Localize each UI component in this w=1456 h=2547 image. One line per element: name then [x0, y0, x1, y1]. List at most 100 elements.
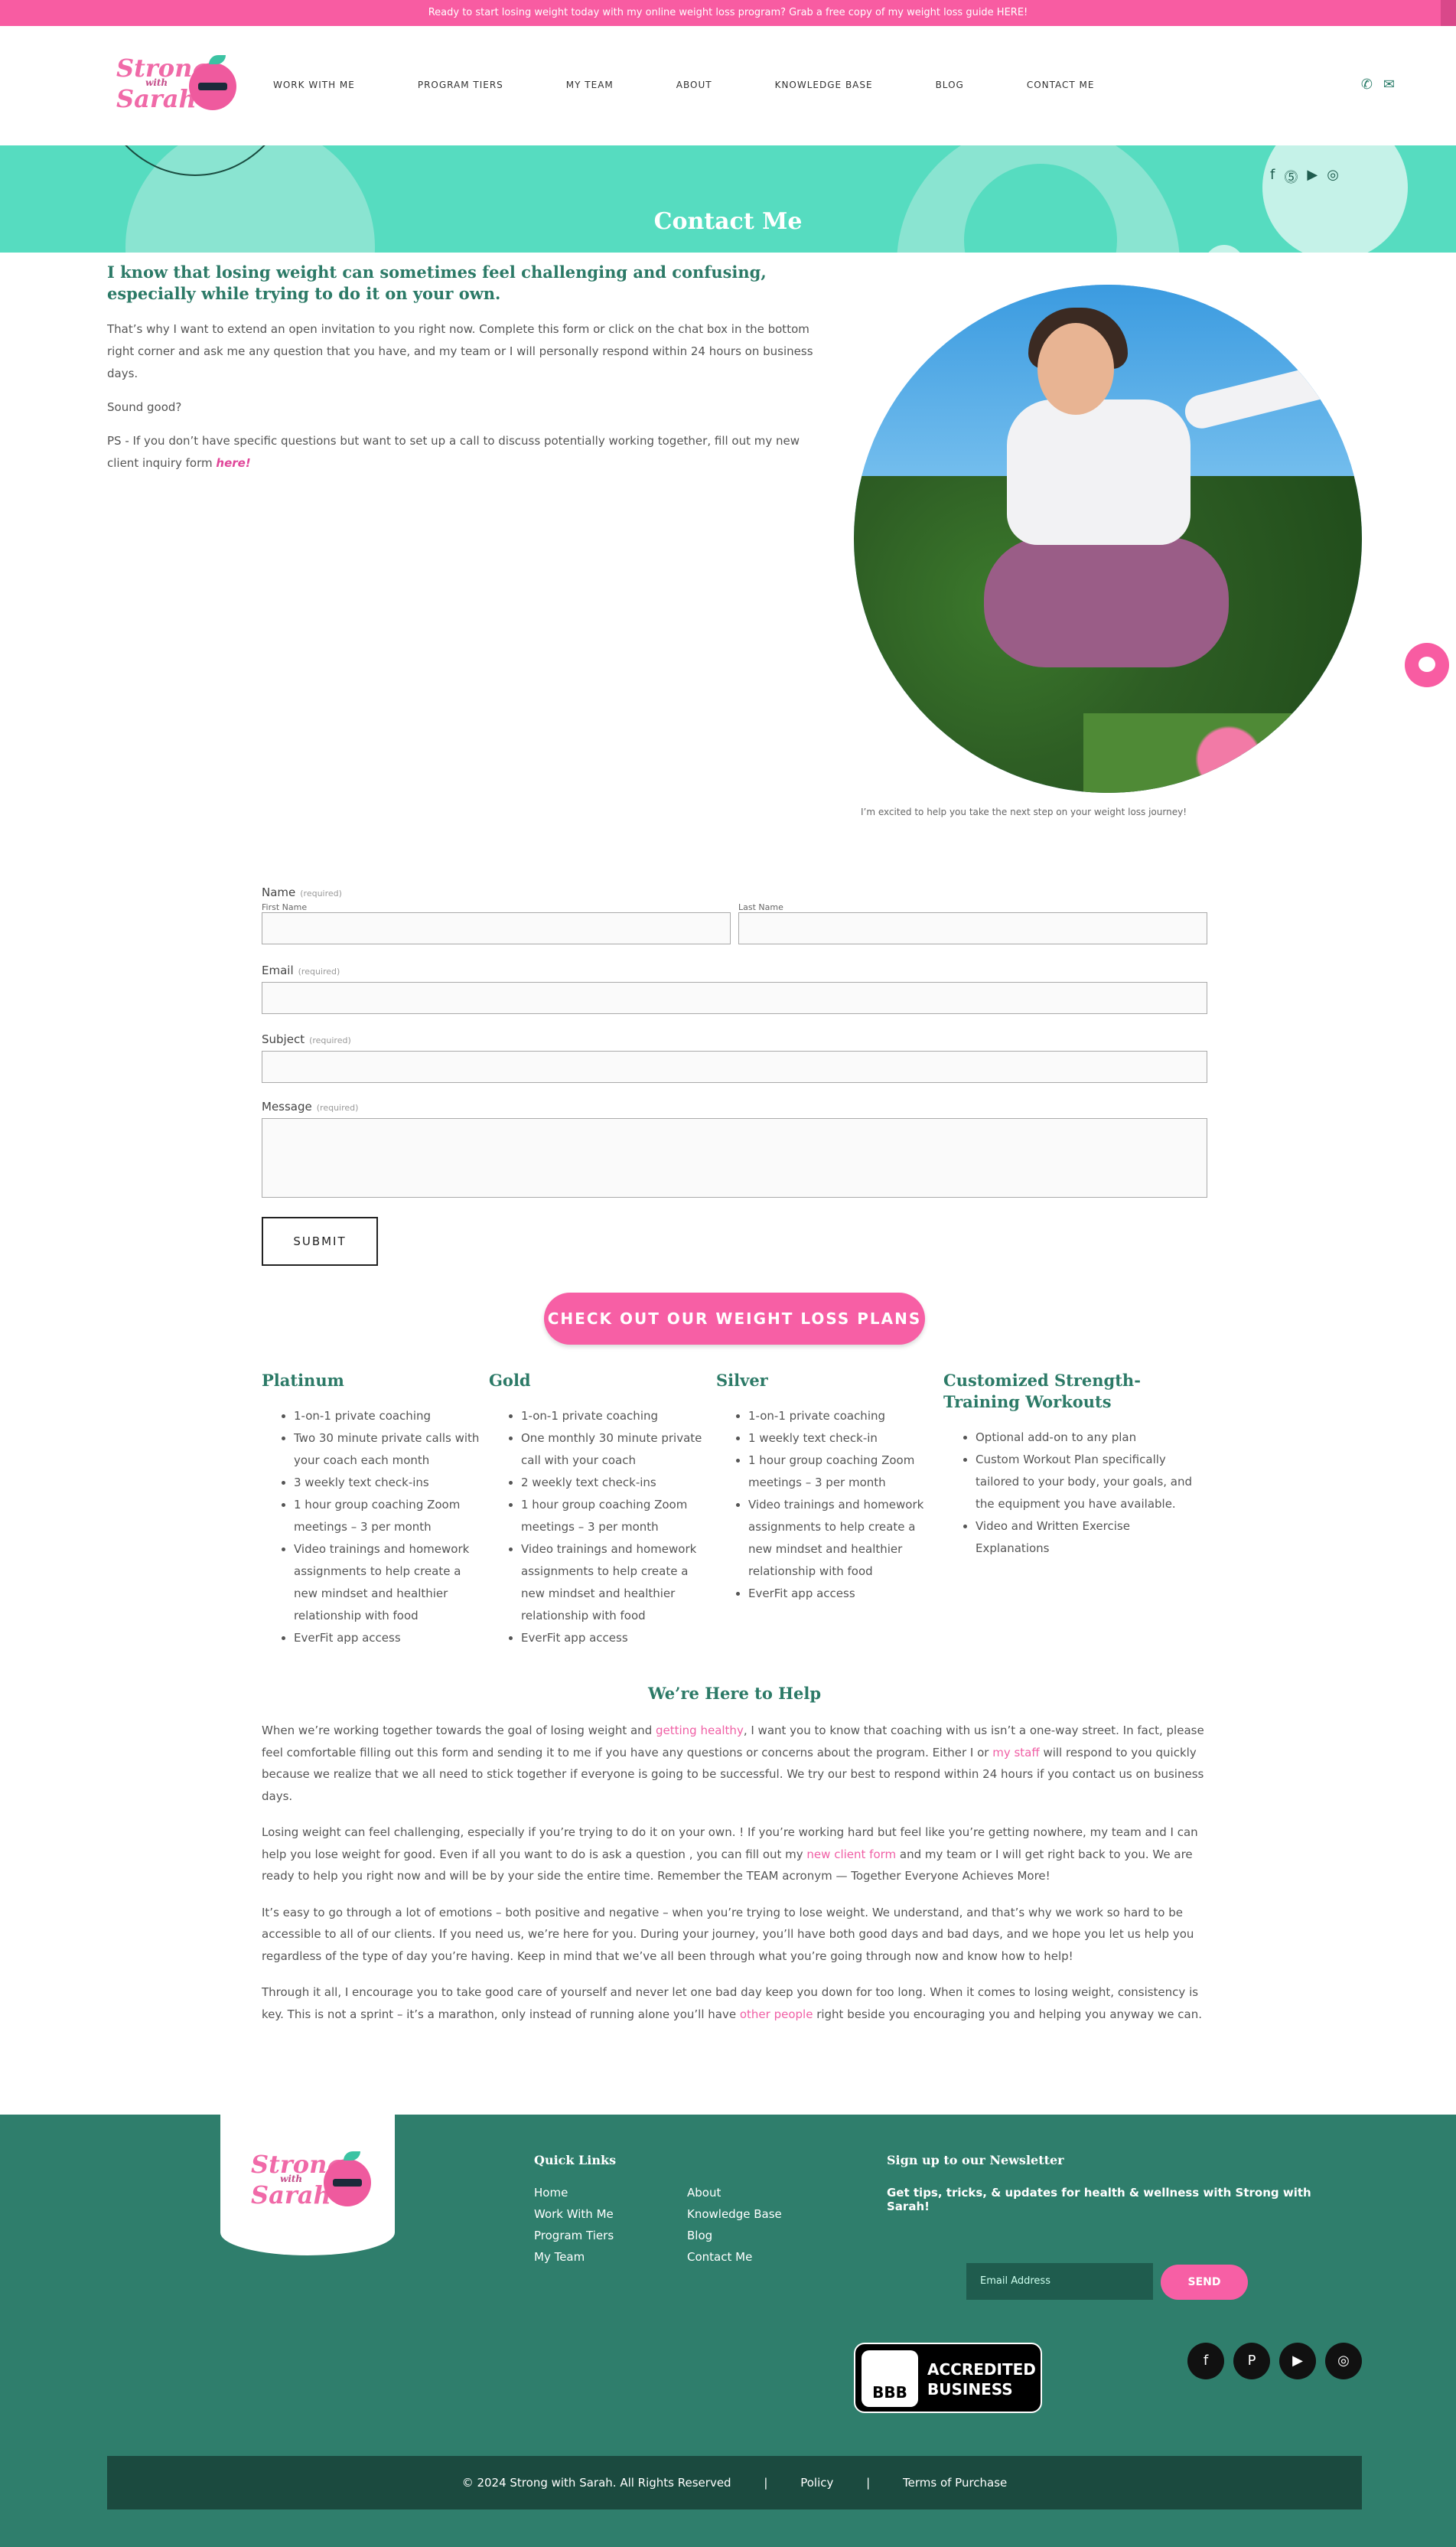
- required-note: (required): [300, 889, 342, 898]
- help-paragraph: Losing weight can feel challenging, espe…: [262, 1825, 1198, 1883]
- footer-link-about[interactable]: About: [687, 2186, 840, 2200]
- weight-loss-plans-button[interactable]: CHECK OUT OUR WEIGHT LOSS PLANS: [544, 1293, 925, 1345]
- apple-dumbbell-icon: [324, 2151, 371, 2206]
- nav-work-with-me[interactable]: WORK WITH ME: [273, 80, 355, 90]
- subject-label: Subject: [262, 1032, 305, 1046]
- footer-link-contact-me[interactable]: Contact Me: [687, 2250, 840, 2264]
- hero-social-icons: f ⓹ ▶ ◎: [1270, 167, 1339, 187]
- site-footer: Strong with Sarah Quick Links Home About…: [0, 2115, 1456, 2547]
- promo-banner[interactable]: Ready to start losing weight today with …: [0, 0, 1456, 26]
- banner-close-button[interactable]: [1441, 0, 1456, 26]
- plan-feature: Custom Workout Plan specifically tailore…: [976, 1449, 1200, 1515]
- facebook-icon[interactable]: f: [1270, 167, 1275, 187]
- pinterest-icon[interactable]: ⓹: [1284, 167, 1298, 187]
- footer-link-home[interactable]: Home: [534, 2186, 687, 2200]
- plan-feature: Two 30 minute private calls with your co…: [294, 1427, 481, 1472]
- inquiry-form-link[interactable]: here!: [216, 456, 250, 470]
- help-title: We’re Here to Help: [647, 1684, 822, 1703]
- submit-button[interactable]: SUBMIT: [262, 1217, 378, 1266]
- newsletter-description: Get tips, tricks, & updates for health &…: [887, 2186, 1311, 2213]
- last-name-input[interactable]: [738, 912, 1207, 944]
- required-note: (required): [298, 967, 340, 977]
- plan-feature: EverFit app access: [521, 1627, 708, 1649]
- youtube-icon[interactable]: ▶: [1307, 167, 1318, 187]
- newsletter: Sign up to our Newsletter Get tips, tric…: [887, 2153, 1346, 2300]
- other-people-link[interactable]: other people: [740, 2007, 813, 2021]
- plan-title: Gold: [489, 1371, 531, 1390]
- copyright-bar: © 2024 Strong with Sarah. All Rights Res…: [107, 2456, 1362, 2509]
- instagram-icon[interactable]: ◎: [1327, 167, 1339, 187]
- plan-feature: 1-on-1 private coaching: [521, 1405, 708, 1427]
- plan-feature: EverFit app access: [294, 1627, 481, 1649]
- newsletter-email-input[interactable]: Email Address: [966, 2263, 1153, 2300]
- promo-banner-text[interactable]: Ready to start losing weight today with …: [428, 7, 1028, 18]
- plan-custom-workouts: Customized Strength-Training Workouts Op…: [943, 1370, 1207, 1649]
- help-paragraph: Through it all, I encourage you to take …: [262, 1985, 1202, 2021]
- footer-link-my-team[interactable]: My Team: [534, 2250, 687, 2264]
- phone-icon[interactable]: ✆: [1361, 77, 1373, 93]
- plan-silver: Silver 1-on-1 private coaching 1 weekly …: [716, 1370, 943, 1649]
- footer-link-knowledge-base[interactable]: Knowledge Base: [687, 2207, 840, 2221]
- plan-feature: 1 hour group coaching Zoom meetings – 3 …: [521, 1494, 708, 1538]
- intro-heading: I know that losing weight can sometimes …: [107, 263, 767, 303]
- message-label: Message: [262, 1100, 312, 1114]
- nav-my-team[interactable]: MY TEAM: [566, 80, 614, 90]
- site-header: Strong with Sarah WORK WITH ME PROGRAM T…: [0, 26, 1456, 145]
- site-logo[interactable]: Strong with Sarah: [116, 55, 239, 118]
- plan-feature: 1 hour group coaching Zoom meetings – 3 …: [748, 1450, 936, 1494]
- nav-about[interactable]: ABOUT: [676, 80, 712, 90]
- nav-program-tiers[interactable]: PROGRAM TIERS: [418, 80, 503, 90]
- nav-contact-me[interactable]: CONTACT ME: [1027, 80, 1095, 90]
- plan-feature: 1-on-1 private coaching: [294, 1405, 481, 1427]
- quick-links: Quick Links Home About Work With Me Know…: [534, 2153, 840, 2264]
- nav-knowledge-base[interactable]: KNOWLEDGE BASE: [775, 80, 873, 90]
- logo-line2: Sarah: [116, 84, 197, 113]
- name-label: Name: [262, 885, 296, 899]
- footer-logo-badge[interactable]: Strong with Sarah: [220, 2115, 395, 2255]
- my-staff-link[interactable]: my staff: [992, 1746, 1039, 1759]
- plan-feature: Optional add-on to any plan: [976, 1427, 1200, 1449]
- photo-caption: I’m excited to help you take the next st…: [860, 807, 1187, 817]
- email-input[interactable]: [262, 982, 1207, 1014]
- plan-feature: One monthly 30 minute private call with …: [521, 1427, 708, 1472]
- plan-feature: 1-on-1 private coaching: [748, 1405, 936, 1427]
- decorative-circle: [1204, 245, 1244, 253]
- footer-link-work-with-me[interactable]: Work With Me: [534, 2207, 687, 2221]
- bbb-line2: BUSINESS: [927, 2380, 1013, 2399]
- quick-links-title: Quick Links: [534, 2153, 617, 2167]
- separator: |: [764, 2476, 768, 2490]
- bbb-line1: ACCREDITED: [927, 2360, 1036, 2379]
- footer-logo[interactable]: Strong with Sarah: [251, 2151, 373, 2214]
- subject-input[interactable]: [262, 1051, 1207, 1083]
- last-name-label: Last Name: [738, 902, 783, 912]
- footer-link-blog[interactable]: Blog: [687, 2229, 840, 2242]
- plan-feature: 1 hour group coaching Zoom meetings – 3 …: [294, 1494, 481, 1538]
- message-textarea[interactable]: [262, 1118, 1207, 1198]
- apple-dumbbell-icon: [189, 55, 236, 110]
- email-label: Email: [262, 964, 294, 977]
- new-client-form-link[interactable]: new client form: [806, 1847, 896, 1861]
- plan-feature: EverFit app access: [748, 1583, 936, 1605]
- instagram-icon[interactable]: ◎: [1325, 2343, 1362, 2379]
- bbb-accredited-badge[interactable]: BBB ACCREDITED BUSINESS: [854, 2343, 1042, 2413]
- getting-healthy-link[interactable]: getting healthy: [656, 1724, 744, 1737]
- youtube-icon[interactable]: ▶: [1279, 2343, 1316, 2379]
- header-contact-icons: ✆ ✉: [1361, 77, 1395, 93]
- separator: |: [866, 2476, 871, 2490]
- terms-link[interactable]: Terms of Purchase: [903, 2476, 1007, 2490]
- footer-link-program-tiers[interactable]: Program Tiers: [534, 2229, 687, 2242]
- nav-blog[interactable]: BLOG: [936, 80, 964, 90]
- mail-icon[interactable]: ✉: [1383, 77, 1395, 93]
- plan-feature: 3 weekly text check-ins: [294, 1472, 481, 1494]
- facebook-icon[interactable]: f: [1187, 2343, 1224, 2379]
- hero-banner: f ⓹ ▶ ◎ Contact Me: [0, 145, 1456, 253]
- plan-feature: Video trainings and homework assignments…: [521, 1538, 708, 1627]
- policy-link[interactable]: Policy: [800, 2476, 833, 2490]
- required-note: (required): [309, 1035, 351, 1045]
- first-name-input[interactable]: [262, 912, 731, 944]
- newsletter-send-button[interactable]: SEND: [1161, 2265, 1248, 2300]
- chat-bubble-icon[interactable]: [1405, 643, 1449, 687]
- pinterest-icon[interactable]: P: [1233, 2343, 1270, 2379]
- email-group: Email (required): [262, 963, 1207, 1014]
- intro-paragraph: PS - If you don’t have specific question…: [107, 434, 800, 470]
